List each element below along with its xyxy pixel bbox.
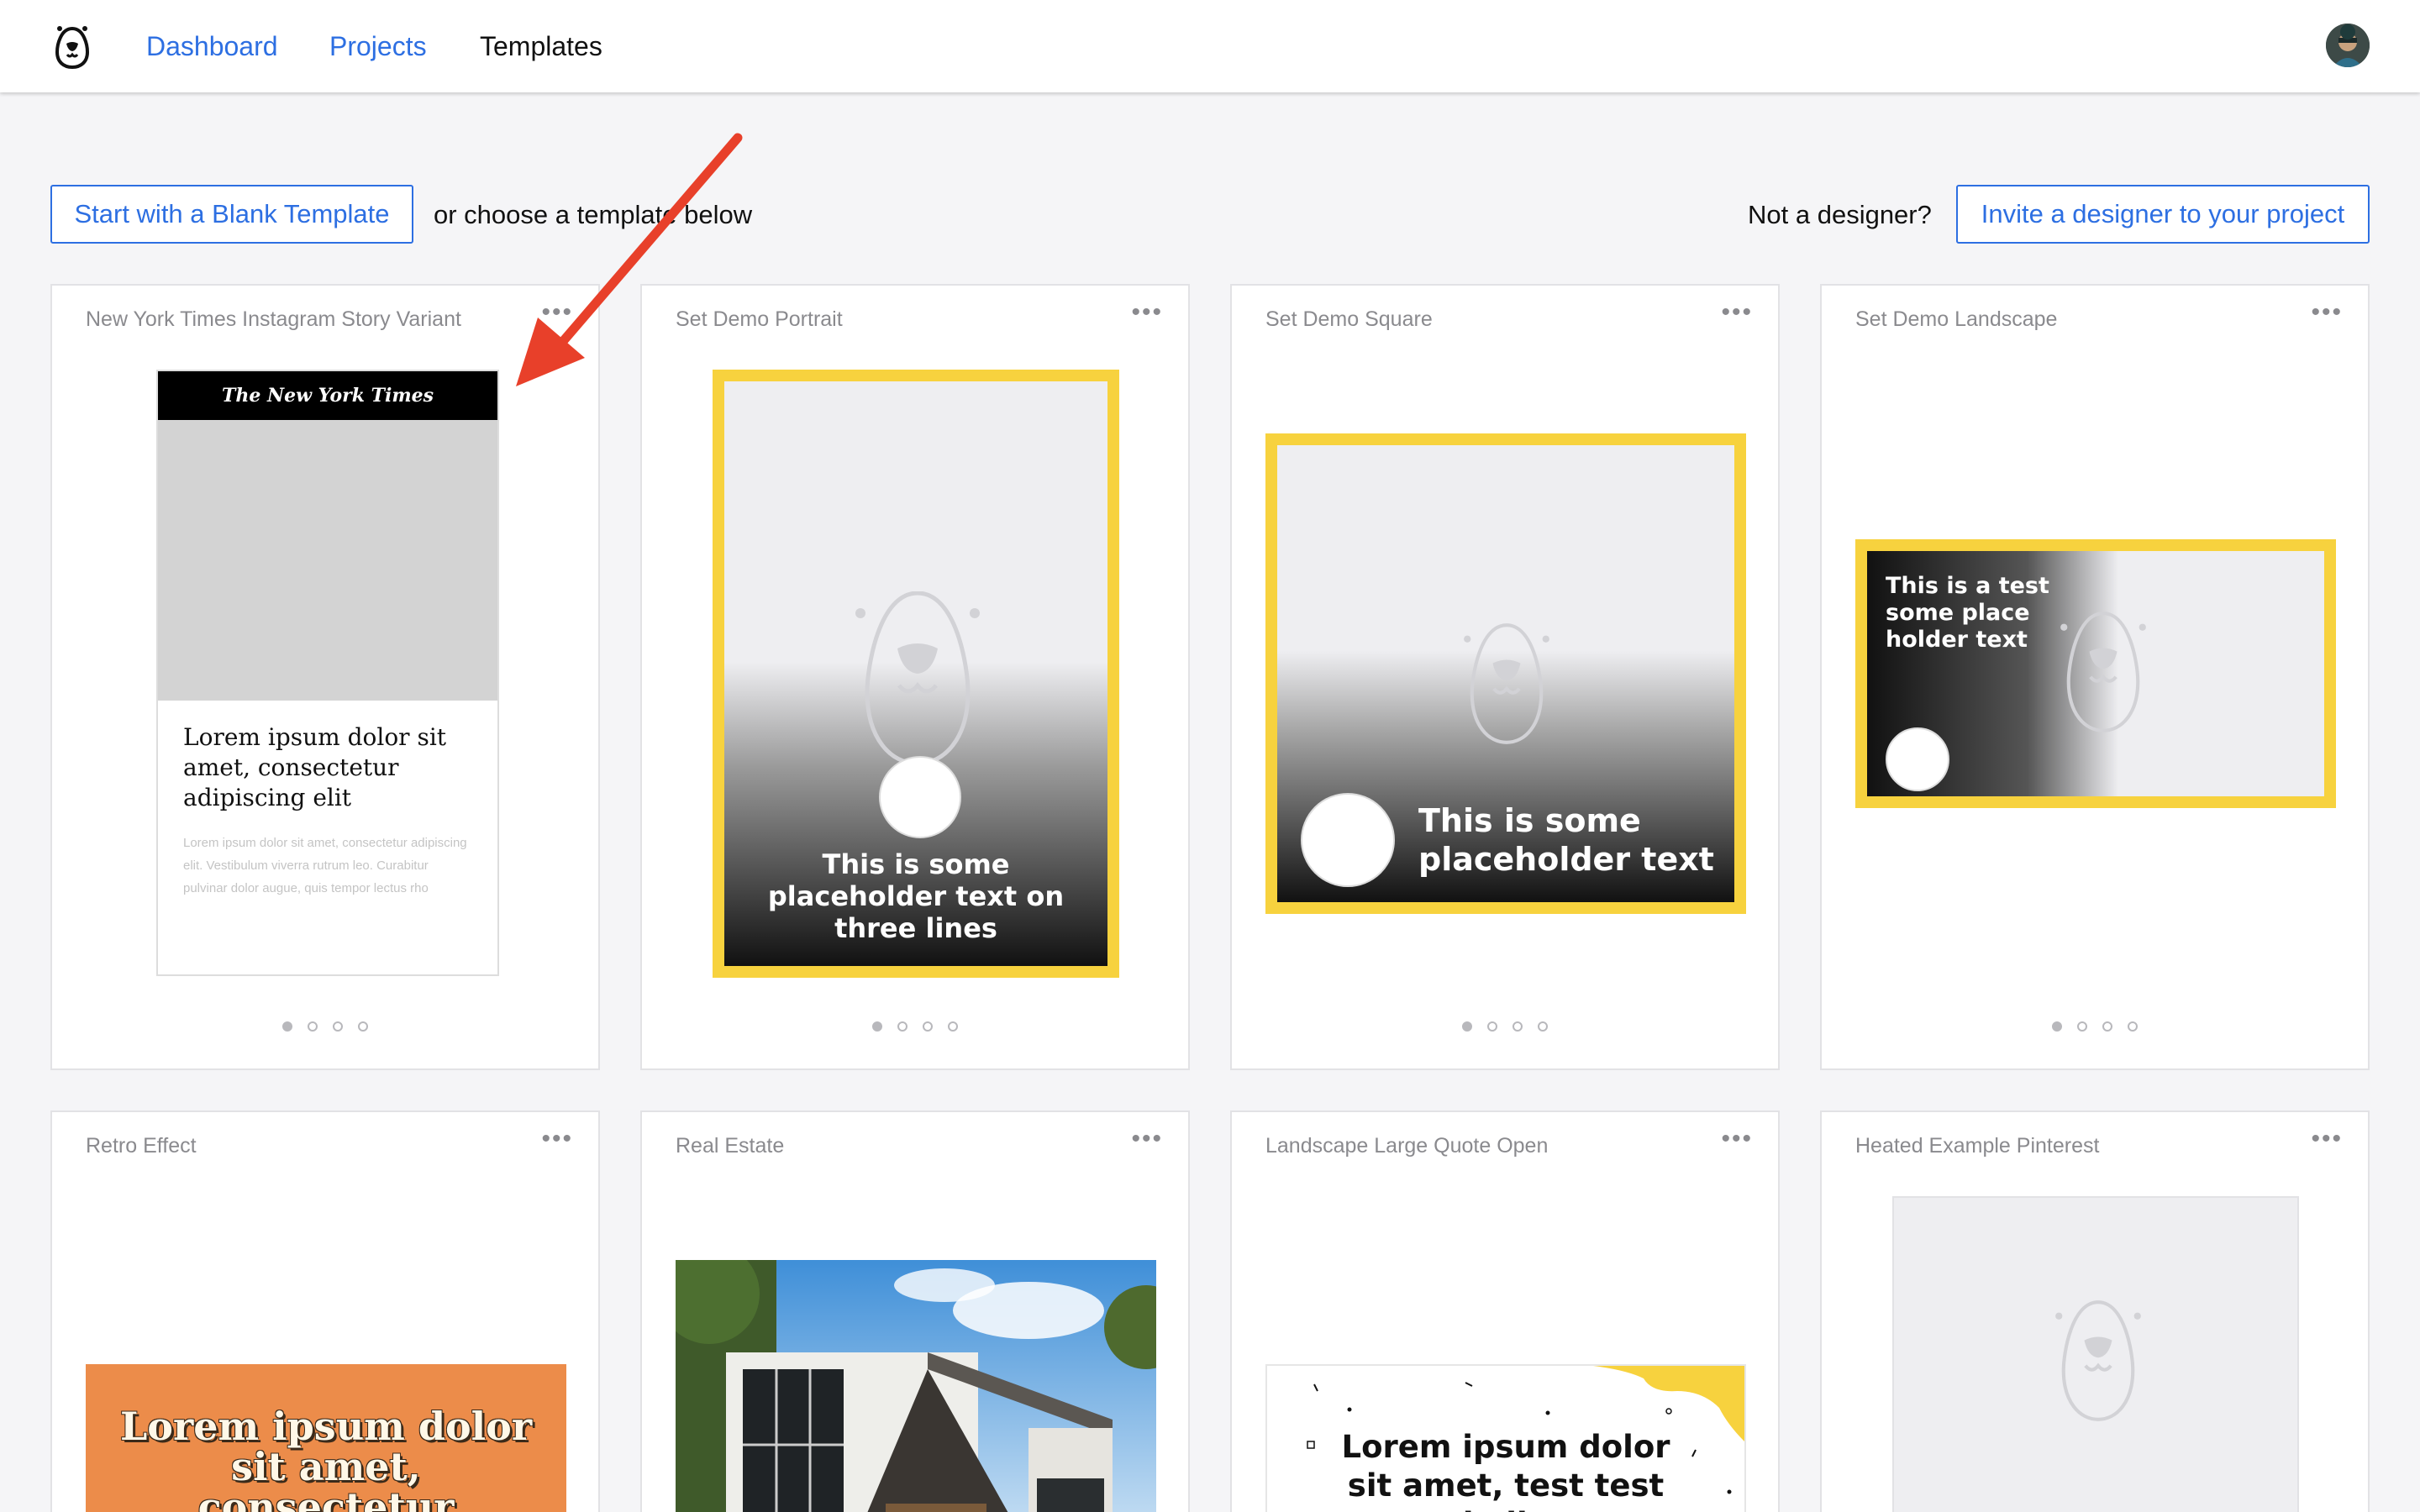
page-dots <box>642 1021 1188 1032</box>
page-dot[interactable] <box>358 1021 368 1032</box>
quote-preview: Lorem ipsum dolor sit amet, test test he… <box>1265 1364 1746 1512</box>
pinterest-preview <box>1892 1196 2299 1512</box>
nav-templates[interactable]: Templates <box>480 29 602 63</box>
page-dot[interactable] <box>333 1021 343 1032</box>
page-dot[interactable] <box>2128 1021 2138 1032</box>
nav-dashboard[interactable]: Dashboard <box>146 29 278 63</box>
bear-placeholder-icon <box>2060 612 2146 732</box>
more-options-icon[interactable]: ••• <box>1721 1126 1753 1152</box>
nav-projects[interactable]: Projects <box>329 29 427 63</box>
bear-logo-icon[interactable] <box>52 24 92 71</box>
template-card-retro[interactable]: Retro Effect ••• Lorem ipsum dolor sit a… <box>50 1110 600 1512</box>
more-options-icon[interactable]: ••• <box>1721 300 1753 325</box>
card-title: Landscape Large Quote Open <box>1265 1134 1549 1158</box>
annotation-arrow-icon <box>516 133 743 386</box>
template-card-square[interactable]: Set Demo Square ••• This is some placeho… <box>1230 284 1780 1070</box>
card-title: Retro Effect <box>86 1134 197 1158</box>
template-card-landscape-quote[interactable]: Landscape Large Quote Open ••• Lorem ips… <box>1230 1110 1780 1512</box>
logo-circle-placeholder <box>1301 793 1395 887</box>
template-card-portrait[interactable]: Set Demo Portrait ••• This is some place… <box>640 284 1190 1070</box>
portrait-preview: This is some placeholder text on three l… <box>713 370 1119 978</box>
page-dot[interactable] <box>2102 1021 2112 1032</box>
more-options-icon[interactable]: ••• <box>1131 1126 1163 1152</box>
template-card-nyt[interactable]: New York Times Instagram Story Variant •… <box>50 284 600 1070</box>
nyt-preview: The New York Times Lorem ipsum dolor sit… <box>156 370 499 976</box>
logo-circle-placeholder <box>1886 727 1949 791</box>
quote-text: Lorem ipsum dolor sit amet, test test he… <box>1341 1429 1670 1512</box>
page-dot[interactable] <box>2052 1021 2062 1032</box>
page-dot[interactable] <box>1512 1021 1523 1032</box>
landscape-preview: This is a test some place holder text <box>1855 539 2336 808</box>
house-photo <box>676 1260 1156 1512</box>
page-dots <box>52 1021 598 1032</box>
page-dots <box>1232 1021 1778 1032</box>
bear-placeholder-icon <box>1464 623 1549 744</box>
retro-preview: Lorem ipsum dolor sit amet, consectetur <box>86 1364 566 1512</box>
more-options-icon[interactable]: ••• <box>2311 300 2343 325</box>
user-avatar[interactable] <box>2326 24 2370 67</box>
not-designer-text: Not a designer? <box>1748 200 1932 229</box>
square-preview: This is some placeholder text <box>1265 433 1746 914</box>
bear-placeholder-icon <box>2055 1300 2141 1421</box>
page-dot[interactable] <box>1538 1021 1548 1032</box>
page-dot[interactable] <box>282 1021 292 1032</box>
page-dot[interactable] <box>948 1021 958 1032</box>
nyt-image-placeholder <box>158 420 497 701</box>
placeholder-text: This is some placeholder text <box>1418 802 1714 878</box>
card-title: New York Times Instagram Story Variant <box>86 307 461 331</box>
more-options-icon[interactable]: ••• <box>2311 1126 2343 1152</box>
nyt-body: Lorem ipsum dolor sit amet, consectetur … <box>183 836 467 895</box>
retro-text: Lorem ipsum dolor sit amet, consectetur <box>119 1404 533 1512</box>
page-dot[interactable] <box>923 1021 933 1032</box>
page-dot[interactable] <box>872 1021 882 1032</box>
template-card-pinterest[interactable]: Heated Example Pinterest ••• <box>1820 1110 2370 1512</box>
page-dot[interactable] <box>1462 1021 1472 1032</box>
bear-placeholder-icon <box>855 591 980 766</box>
more-options-icon[interactable]: ••• <box>1131 300 1163 325</box>
nyt-headline: Lorem ipsum dolor sit amet, consectetur … <box>183 723 447 811</box>
card-title: Heated Example Pinterest <box>1855 1134 2100 1158</box>
card-title: Set Demo Square <box>1265 307 1433 331</box>
page-dot[interactable] <box>1487 1021 1497 1032</box>
more-options-icon[interactable]: ••• <box>541 1126 573 1152</box>
logo-circle-placeholder <box>879 756 961 838</box>
blank-template-button[interactable]: Start with a Blank Template <box>50 185 413 244</box>
card-title: Real Estate <box>676 1134 785 1158</box>
placeholder-text: This is a test some place holder text <box>1886 573 2049 653</box>
nyt-logo: The New York Times <box>158 371 497 420</box>
placeholder-text: This is some placeholder text on three l… <box>767 848 1065 944</box>
page-dot[interactable] <box>308 1021 318 1032</box>
card-title: Set Demo Landscape <box>1855 307 2058 331</box>
invite-designer-button[interactable]: Invite a designer to your project <box>1956 185 2370 244</box>
page-dot[interactable] <box>2077 1021 2087 1032</box>
page-dot[interactable] <box>897 1021 908 1032</box>
page-dots <box>1822 1021 2368 1032</box>
template-card-real-estate[interactable]: Real Estate ••• <box>640 1110 1190 1512</box>
top-nav-bar: Dashboard Projects Templates <box>0 0 2420 92</box>
template-card-landscape[interactable]: Set Demo Landscape ••• This is a test so… <box>1820 284 2370 1070</box>
